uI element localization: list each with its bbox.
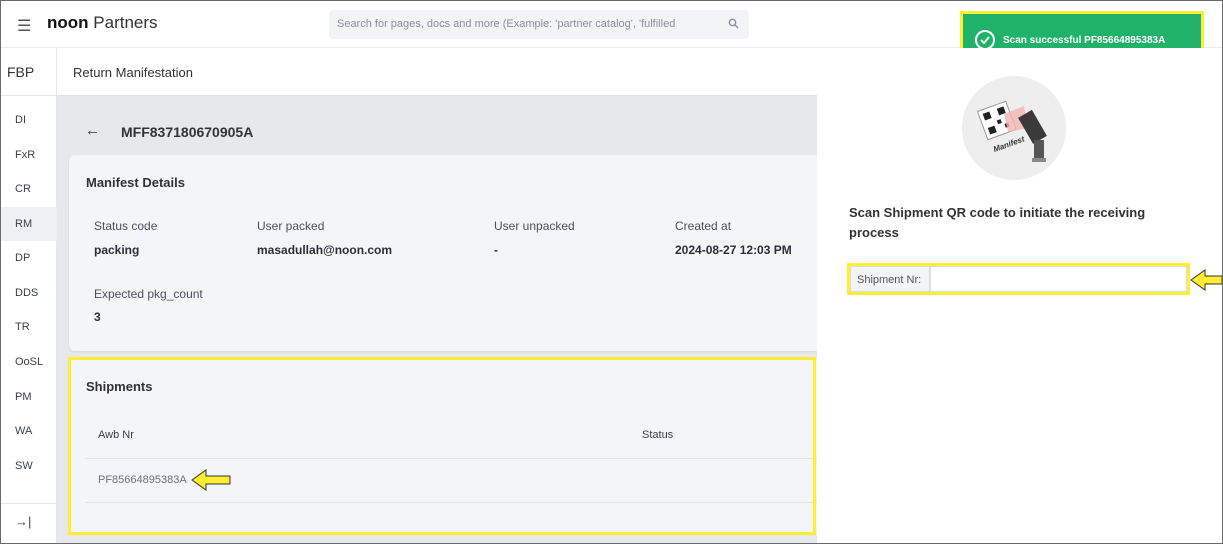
sidebar-item-dp[interactable]: DP	[1, 241, 57, 275]
sidebar-item-wa[interactable]: WA	[1, 414, 57, 448]
shipments-card: Shipments Awb Nr Status PF85664895383A	[69, 359, 817, 535]
shipments-title: Shipments	[86, 379, 153, 394]
created-at-value: 2024-08-27 12:03 PM	[675, 243, 792, 257]
annotation-arrow-icon	[191, 469, 231, 491]
manifest-details-card: Manifest Details Status code packing Use…	[69, 155, 817, 351]
divider	[85, 502, 817, 503]
manifest-details-title: Manifest Details	[86, 175, 185, 190]
expected-pkg-count-value: 3	[94, 310, 101, 324]
sidebar-item-oosl[interactable]: OoSL	[1, 345, 57, 379]
sidebar-item-di[interactable]: DI	[1, 103, 57, 137]
column-header-awb[interactable]: Awb Nr	[98, 429, 134, 441]
shipment-nr-label: Shipment Nr:	[850, 266, 930, 292]
user-packed-value: masadullah@noon.com	[257, 243, 393, 257]
divider	[85, 458, 817, 459]
status-code-label: Status code	[94, 219, 158, 233]
sidebar-item-cr[interactable]: CR	[1, 172, 57, 206]
sidebar-item-tr[interactable]: TR	[1, 310, 57, 344]
scanner-illustration: Manifest	[962, 76, 1066, 180]
sidebar-item-dds[interactable]: DDS	[1, 276, 57, 310]
main-content: Return Manifestation ← MFF837180670905A …	[57, 48, 817, 543]
page-header: Return Manifestation	[57, 48, 817, 96]
search-bar[interactable]: Search for pages, docs and more (Example…	[329, 10, 749, 39]
user-packed-label: User packed	[257, 219, 325, 233]
scan-panel: Manifest Scan Shipment QR code to initia…	[817, 48, 1222, 543]
user-unpacked-label: User unpacked	[494, 219, 575, 233]
page-title: Return Manifestation	[73, 65, 193, 80]
menu-icon[interactable]: ☰	[17, 16, 31, 36]
illustration-label: Manifest	[992, 134, 1026, 154]
manifest-id: MFF837180670905A	[121, 124, 254, 140]
annotation-arrow-icon	[1190, 269, 1222, 291]
search-icon[interactable]	[728, 18, 739, 32]
search-input[interactable]: Search for pages, docs and more (Example…	[337, 18, 717, 30]
shipment-nr-input[interactable]	[930, 266, 1187, 292]
collapse-sidebar-icon[interactable]: →|	[1, 503, 57, 543]
created-at-label: Created at	[675, 219, 732, 233]
awb-cell: PF85664895383A	[98, 474, 187, 486]
status-code-value: packing	[94, 243, 140, 257]
sidebar: FBP DI FxR CR RM DP DDS TR OoSL PM WA SW…	[1, 48, 57, 543]
sidebar-item-pm[interactable]: PM	[1, 380, 57, 414]
sidebar-item-sw[interactable]: SW	[1, 449, 57, 483]
scan-instruction: Scan Shipment QR code to initiate the re…	[849, 205, 1146, 240]
back-arrow-icon[interactable]: ←	[85, 122, 100, 139]
expected-pkg-count-label: Expected pkg_count	[94, 287, 203, 301]
brand-logo[interactable]: noon Partners	[47, 13, 158, 33]
sidebar-item-fxr[interactable]: FxR	[1, 138, 57, 172]
sidebar-item-rm[interactable]: RM	[1, 207, 57, 241]
sidebar-heading: FBP	[1, 48, 57, 96]
column-header-status[interactable]: Status	[642, 429, 673, 441]
user-unpacked-value: -	[494, 243, 498, 257]
